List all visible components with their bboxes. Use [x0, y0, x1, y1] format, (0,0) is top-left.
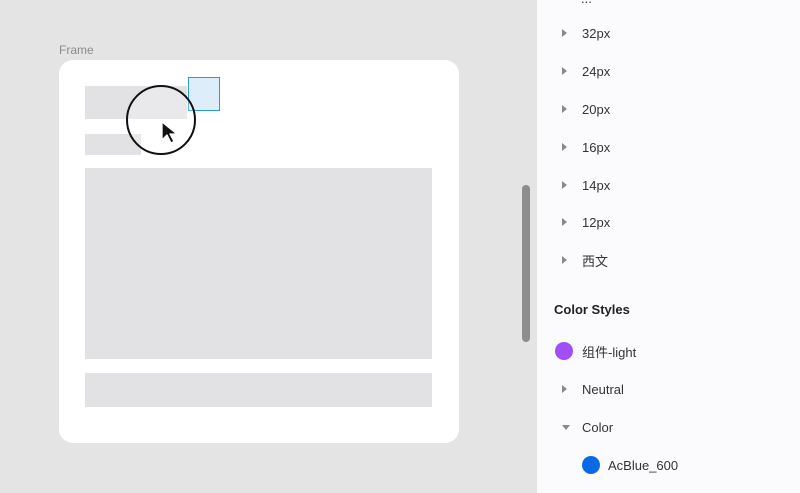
frame[interactable] — [59, 60, 459, 443]
caret-right-icon — [562, 29, 567, 37]
content-placeholder[interactable] — [85, 168, 432, 359]
mouse-cursor-icon — [161, 121, 178, 144]
caret-right-icon — [562, 181, 567, 189]
caret-right-icon — [562, 218, 567, 226]
text-style-group-14px[interactable]: 14px — [537, 169, 800, 201]
text-style-group-20px[interactable]: 20px — [537, 93, 800, 125]
group-label: Neutral — [582, 381, 624, 397]
group-label: 12px — [582, 214, 611, 230]
scrollbar-thumb[interactable] — [522, 185, 530, 342]
caret-right-icon — [562, 385, 567, 393]
frame-label[interactable]: Frame — [59, 43, 94, 57]
color-style-component-light[interactable]: 组件-light — [537, 335, 800, 367]
caret-right-icon — [562, 67, 567, 75]
text-style-group-24px[interactable]: 24px — [537, 55, 800, 87]
design-canvas[interactable]: Frame — [0, 0, 537, 493]
group-label: 14px — [582, 177, 611, 193]
color-style-label: 组件-light — [582, 344, 637, 360]
group-label: 24px — [582, 63, 611, 79]
text-style-group-16px[interactable]: 16px — [537, 131, 800, 163]
color-swatch — [582, 456, 600, 474]
caret-right-icon — [562, 105, 567, 113]
color-group-neutral[interactable]: Neutral — [537, 373, 800, 405]
clipped-row-label: ... — [581, 0, 592, 6]
color-style-label: AcBlue_600 — [608, 457, 679, 473]
caret-down-icon — [562, 424, 570, 430]
color-style-acblue-600[interactable]: AcBlue_600 — [537, 449, 800, 481]
color-group-color[interactable]: Color — [537, 411, 800, 443]
caret-right-icon — [562, 143, 567, 151]
color-swatch — [555, 342, 573, 360]
footer-placeholder[interactable] — [85, 373, 432, 407]
color-styles-heading: Color Styles — [554, 302, 630, 317]
text-style-group-12px[interactable]: 12px — [537, 206, 800, 238]
group-label: Color — [582, 419, 614, 435]
group-label: 20px — [582, 101, 611, 117]
caret-right-icon — [562, 256, 567, 264]
group-label: 32px — [582, 25, 611, 41]
group-label: 西文 — [582, 253, 609, 269]
styles-panel: ... 32px 24px 20px 16px 14px 12px 西文 Col… — [537, 0, 800, 493]
text-style-group-western[interactable]: 西文 — [537, 244, 800, 276]
group-label: 16px — [582, 139, 611, 155]
text-style-group-32px[interactable]: 32px — [537, 17, 800, 49]
